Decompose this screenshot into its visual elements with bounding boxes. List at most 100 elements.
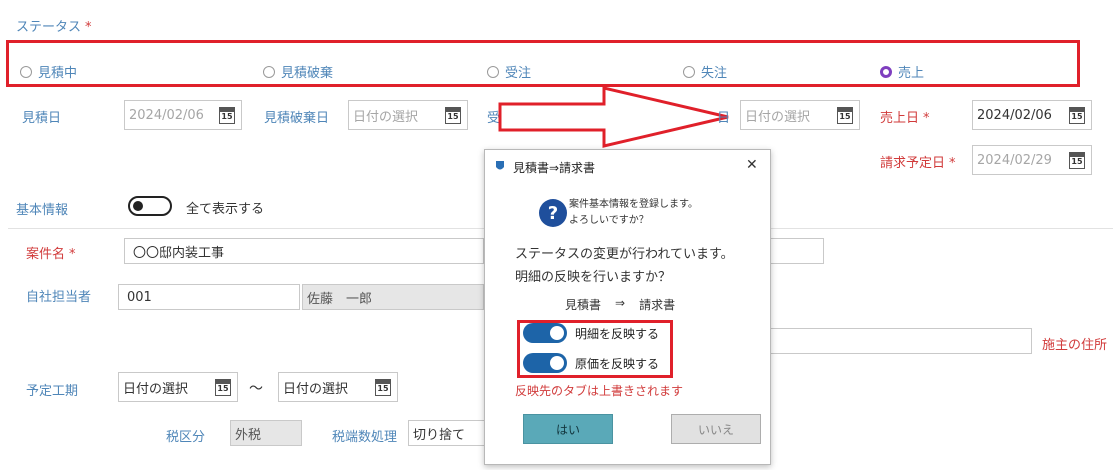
project-name-input[interactable]: 〇〇邸内装工事 [124,238,484,264]
schedule-label: 予定工期 [26,384,79,399]
sales-date-input[interactable]: 2024/02/06 15 [972,100,1092,130]
discard-date-placeholder: 日付の選択 [353,109,419,125]
project-name-input-tail[interactable] [770,238,824,264]
to-doc: 請求書 [639,298,676,312]
schedule-start-input[interactable]: 日付の選択 15 [118,372,238,402]
show-all-toggle[interactable] [128,196,172,216]
required-mark: * [949,156,956,171]
lost-date-label: 日 [717,111,731,126]
project-name-label-text: 案件名 [26,247,66,262]
required-mark: * [923,111,930,126]
calendar-day: 15 [839,112,851,121]
calendar-day: 15 [217,384,229,393]
reflect-details-label: 明細を反映する [575,326,660,341]
calendar-icon[interactable]: 15 [219,107,235,124]
calendar-icon[interactable]: 15 [445,107,461,124]
radio-circle [263,65,275,78]
calendar-day: 15 [447,112,459,121]
convert-dialog: 見積書⇒請求書 ✕ ? 案件基本情報を登録します。 よろしいですか？ ステータス… [484,149,771,465]
dialog-message2: 明細の反映を行いますか？ [515,270,672,285]
dialog-title: 見積書⇒請求書 [513,161,596,175]
invoice-date-value: 2024/02/29 [977,152,1052,168]
reflect-cost-label: 原価を反映する [575,356,660,371]
radio-circle [487,65,499,78]
lost-date-input[interactable]: 日付の選択 15 [740,100,860,130]
reflect-cost-row: 原価を反映する [523,353,659,373]
staff-name-value: 佐藤 一郎 [307,291,373,307]
tax-class-value: 外税 [235,427,262,443]
range-tilde: ～ [249,381,263,397]
info-line2: よろしいですか？ [569,215,649,226]
status-radio-discarded[interactable]: 見積破棄 [263,62,333,81]
calendar-day: 15 [221,112,233,121]
owner-address-input[interactable] [770,328,1032,354]
radio-circle [20,65,32,78]
schedule-start-placeholder: 日付の選択 [123,381,189,397]
dialog-close-button[interactable]: ✕ [746,157,758,173]
lost-date-placeholder: 日付の選択 [745,109,811,125]
show-all-label: 全て表示する [186,202,265,217]
tax-class-label: 税区分 [166,430,206,445]
toggle-knob [550,356,564,370]
staff-name-field: 佐藤 一郎 [302,284,484,310]
radio-label: 売上 [898,66,925,81]
status-radio-ordered[interactable]: 受注 [487,62,531,81]
status-label: ステータス * [16,16,92,35]
radio-label: 見積破棄 [281,66,334,81]
schedule-end-placeholder: 日付の選択 [283,381,349,397]
basic-info-label: 基本情報 [16,203,69,218]
yes-button[interactable]: はい [523,414,613,444]
calendar-icon[interactable]: 15 [1069,107,1085,124]
info-line1: 案件基本情報を登録します。 [569,199,698,210]
calendar-icon[interactable]: 15 [837,107,853,124]
reflect-details-toggle[interactable] [523,323,567,343]
reflect-cost-toggle[interactable] [523,353,567,373]
status-radio-lost[interactable]: 失注 [683,62,727,81]
calendar-icon[interactable]: 15 [375,379,391,396]
calendar-day: 15 [1071,112,1083,121]
toggle-knob [550,326,564,340]
staff-label: 自社担当者 [26,290,92,305]
tax-rounding-label: 税端数処理 [332,430,398,445]
schedule-end-input[interactable]: 日付の選択 15 [278,372,398,402]
app-icon [495,160,505,172]
status-label-text: ステータス [16,20,82,35]
radio-circle [683,65,695,78]
dialog-message1: ステータスの変更が行われています。 [515,247,734,262]
invoice-date-input[interactable]: 2024/02/29 15 [972,145,1092,175]
tax-rounding-select[interactable]: 切り捨て [408,420,488,446]
discard-date-label: 見積破棄日 [264,111,330,126]
calendar-day: 15 [1071,157,1083,166]
project-name-value: 〇〇邸内装工事 [133,245,225,261]
invoice-date-label-text: 請求予定日 [880,156,946,171]
overwrite-warning: 反映先のタブは上書きされます [515,384,684,398]
status-radio-estimating[interactable]: 見積中 [20,62,77,81]
from-doc: 見積書 [565,298,602,312]
invoice-date-label: 請求予定日 * [880,152,956,171]
discard-date-input[interactable]: 日付の選択 15 [348,100,468,130]
estimate-date-label: 見積日 [22,111,62,126]
toggle-knob [133,201,143,211]
tax-rounding-value: 切り捨て [413,427,466,443]
no-button[interactable]: いいえ [671,414,761,444]
radio-label: 見積中 [38,66,78,81]
question-icon: ? [539,199,567,227]
sales-date-label: 売上日 * [880,107,930,126]
status-radio-sales[interactable]: 売上 [880,62,924,81]
staff-code-input[interactable]: 001 [118,284,300,310]
conversion-arrow: ⇒ [615,296,626,310]
required-mark: * [69,247,76,262]
estimate-date-input[interactable]: 2024/02/06 15 [124,100,242,130]
calendar-icon[interactable]: 15 [215,379,231,396]
project-name-label: 案件名 * [26,243,76,262]
owner-address-label: 施主の住所 [1042,338,1108,353]
required-mark: * [85,20,92,35]
sales-date-label-text: 売上日 [880,111,920,126]
sales-date-value: 2024/02/06 [977,107,1052,123]
staff-code-value: 001 [127,289,152,305]
conversion-summary: 見積書 ⇒ 請求書 [565,296,675,313]
calendar-icon[interactable]: 15 [1069,152,1085,169]
estimate-date-value: 2024/02/06 [129,107,204,123]
radio-label: 失注 [701,66,728,81]
radio-circle-selected [880,65,892,78]
